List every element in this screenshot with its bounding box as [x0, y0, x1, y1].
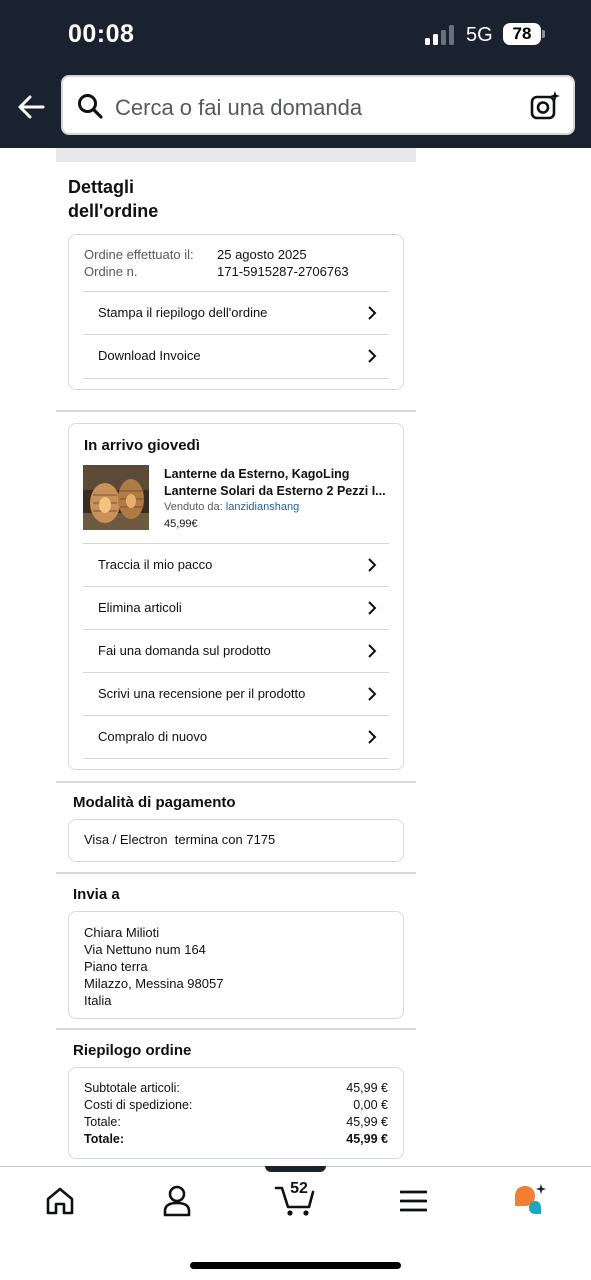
top-strip: [56, 148, 416, 162]
chevron-right-icon: [368, 601, 377, 615]
rufus-ai-icon[interactable]: [513, 1184, 549, 1216]
summary-row: Totale: 45,99 €: [84, 1115, 388, 1129]
shipment-card: In arrivo giovedì Lanterne da Esterno, K…: [68, 423, 404, 770]
buy-again-row[interactable]: Compralo di nuovo: [83, 715, 389, 758]
row-divider: [83, 758, 389, 759]
section-divider: [56, 781, 416, 783]
page-title: Dettagli dell'ordine: [68, 177, 159, 221]
summary-heading: Riepilogo ordine: [73, 1042, 192, 1059]
delete-items-row[interactable]: Elimina articoli: [83, 586, 389, 629]
track-package-row[interactable]: Traccia il mio pacco: [83, 543, 389, 586]
order-number-value: 171-5915287-2706763: [217, 264, 349, 279]
payment-heading: Modalità di pagamento: [73, 794, 236, 811]
signal-icon: [425, 25, 457, 45]
ship-to-heading: Invia a: [73, 886, 120, 903]
order-date-value: 25 agosto 2025: [217, 247, 307, 262]
section-divider: [56, 410, 416, 412]
summary-row: Subtotale articoli: 45,99 €: [84, 1081, 388, 1095]
row-divider: [83, 378, 389, 379]
payment-card: Visa / Electron termina con 7175: [68, 819, 404, 862]
product-thumbnail[interactable]: [83, 465, 149, 530]
account-icon[interactable]: [162, 1185, 192, 1217]
write-review-row[interactable]: Scrivi una recensione per il prodotto: [83, 672, 389, 715]
chevron-right-icon: [368, 730, 377, 744]
battery-icon: 78: [503, 23, 541, 45]
chevron-right-icon: [368, 558, 377, 572]
order-number-label: Ordine n.: [84, 264, 138, 279]
search-bar[interactable]: Cerca o fai una domanda: [61, 75, 575, 135]
home-icon[interactable]: [45, 1186, 75, 1216]
camera-search-icon[interactable]: [529, 90, 561, 122]
search-icon: [78, 94, 103, 119]
seller-link[interactable]: lanzidianshang: [226, 501, 299, 513]
payment-method: Visa / Electron termina con 7175: [84, 832, 276, 847]
chevron-right-icon: [368, 644, 377, 658]
order-date-label: Ordine effettuato il:: [84, 247, 194, 262]
back-arrow-icon[interactable]: [16, 92, 46, 122]
product-title[interactable]: Lanterne da Esterno, KagoLing Lanterne S…: [164, 466, 386, 500]
search-input[interactable]: Cerca o fai una domanda: [115, 95, 362, 121]
cart-count: 52: [290, 1180, 308, 1197]
sold-by: Venduto da: lanzidianshang: [164, 501, 300, 513]
summary-total-row: Totale: 45,99 €: [84, 1132, 388, 1146]
section-divider: [56, 1028, 416, 1030]
status-time: 00:08: [68, 20, 135, 48]
product-price: 45,99€: [164, 518, 198, 530]
download-invoice-row[interactable]: Download Invoice: [83, 334, 389, 377]
print-summary-row[interactable]: Stampa il riepilogo dell'ordine: [83, 291, 389, 334]
summary-table: Subtotale articoli: 45,99 € Costi di sped…: [84, 1080, 388, 1148]
menu-icon[interactable]: [400, 1189, 427, 1213]
network-type: 5G: [466, 24, 493, 46]
section-divider: [56, 872, 416, 874]
chevron-right-icon: [368, 687, 377, 701]
home-indicator: [190, 1262, 401, 1269]
delivery-heading: In arrivo giovedì: [84, 437, 200, 454]
nav-indicator: [265, 1166, 326, 1172]
shipping-address: Chiara Milioti Via Nettuno num 164 Piano…: [84, 925, 224, 1008]
summary-card: Subtotale articoli: 45,99 € Costi di sped…: [68, 1067, 404, 1159]
chevron-right-icon: [368, 349, 377, 363]
chevron-right-icon: [368, 306, 377, 320]
order-info-card: Ordine effettuato il: 25 agosto 2025 Ord…: [68, 234, 404, 390]
address-card: Chiara Milioti Via Nettuno num 164 Piano…: [68, 911, 404, 1019]
battery-tip: [542, 30, 545, 38]
ask-question-row[interactable]: Fai una domanda sul prodotto: [83, 629, 389, 672]
summary-row: Costi di spedizione: 0,00 €: [84, 1098, 388, 1112]
